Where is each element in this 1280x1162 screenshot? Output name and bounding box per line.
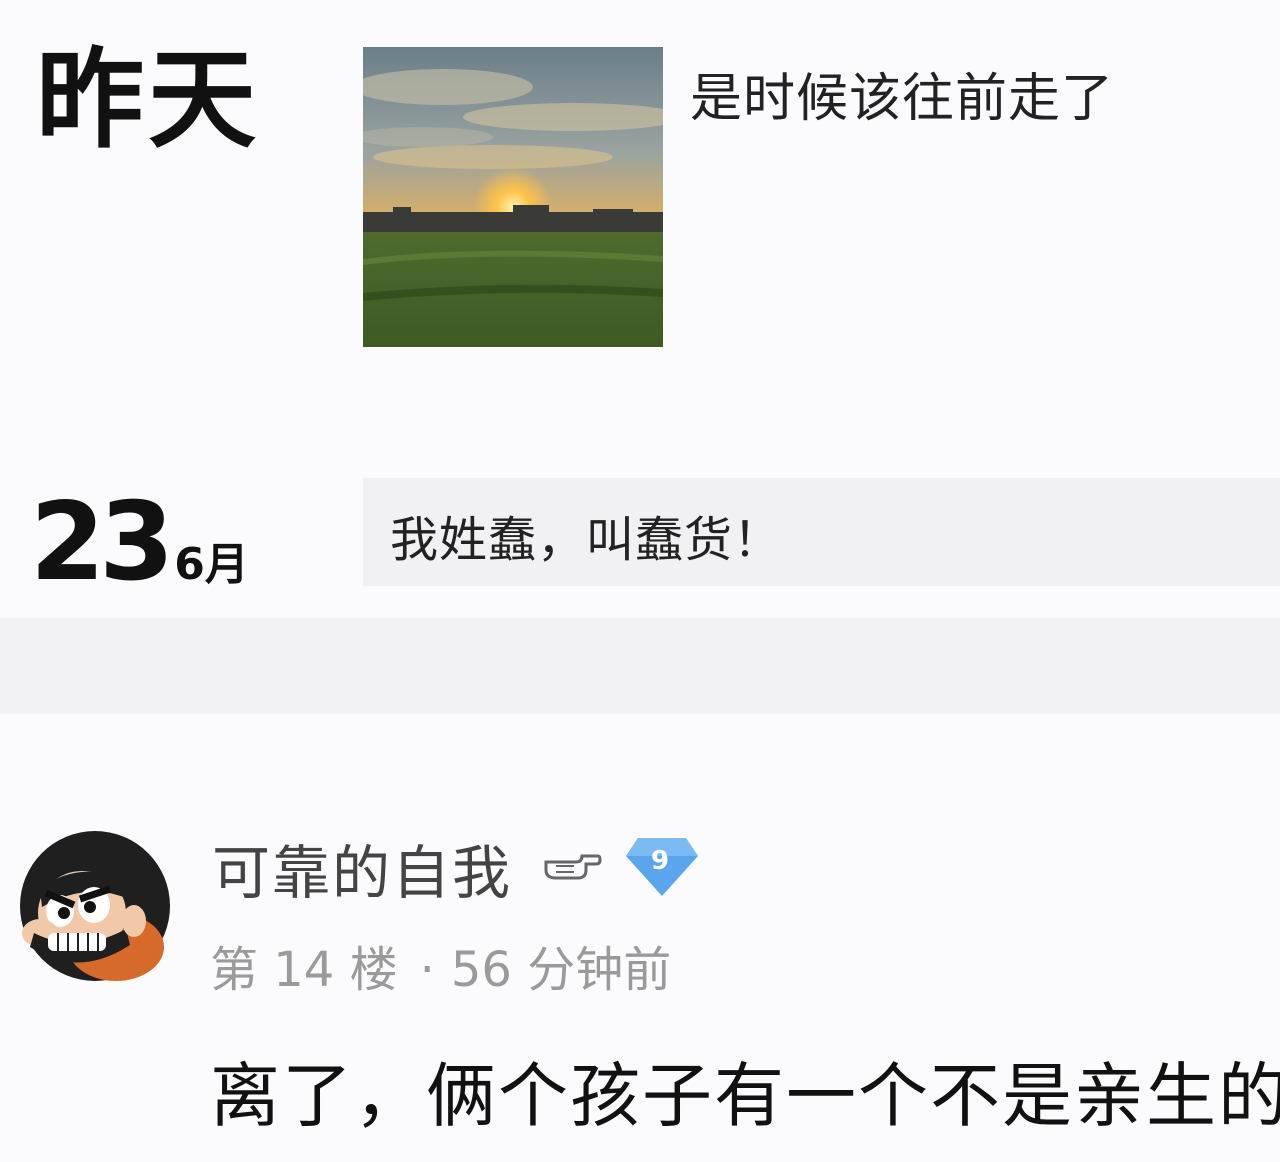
- section-divider: [0, 618, 1280, 714]
- date-day: 23: [30, 480, 174, 605]
- moment-text-2: 我姓蠢，叫蠢货！: [390, 512, 783, 568]
- cartoon-avatar[interactable]: [18, 829, 172, 983]
- pointing-hand-icon: [544, 854, 602, 880]
- date-label: 23 6月: [30, 480, 249, 605]
- date-month: 6月: [174, 539, 249, 590]
- comment-time: 56 分钟前: [450, 942, 672, 998]
- meta-separator: ·: [419, 942, 435, 998]
- level-badge-number: 9: [650, 846, 670, 876]
- moment-text-1: 是时候该往前走了: [690, 69, 1115, 129]
- comment-text: 离了，俩个孩子有一个不是亲生的: [210, 1055, 1280, 1137]
- floor-number: 第 14 楼: [210, 942, 398, 998]
- moments-page: 昨天 是时候该往前走了 23 6月 我姓蠢，叫蠢货！ 可靠的自我 9 第 14 …: [0, 0, 1280, 1162]
- day-label-yesterday: 昨天: [36, 38, 261, 163]
- comment-meta: 第 14 楼 · 56 分钟前: [210, 930, 671, 1000]
- comment-username[interactable]: 可靠的自我: [212, 826, 512, 910]
- sunset-photo[interactable]: [363, 47, 663, 347]
